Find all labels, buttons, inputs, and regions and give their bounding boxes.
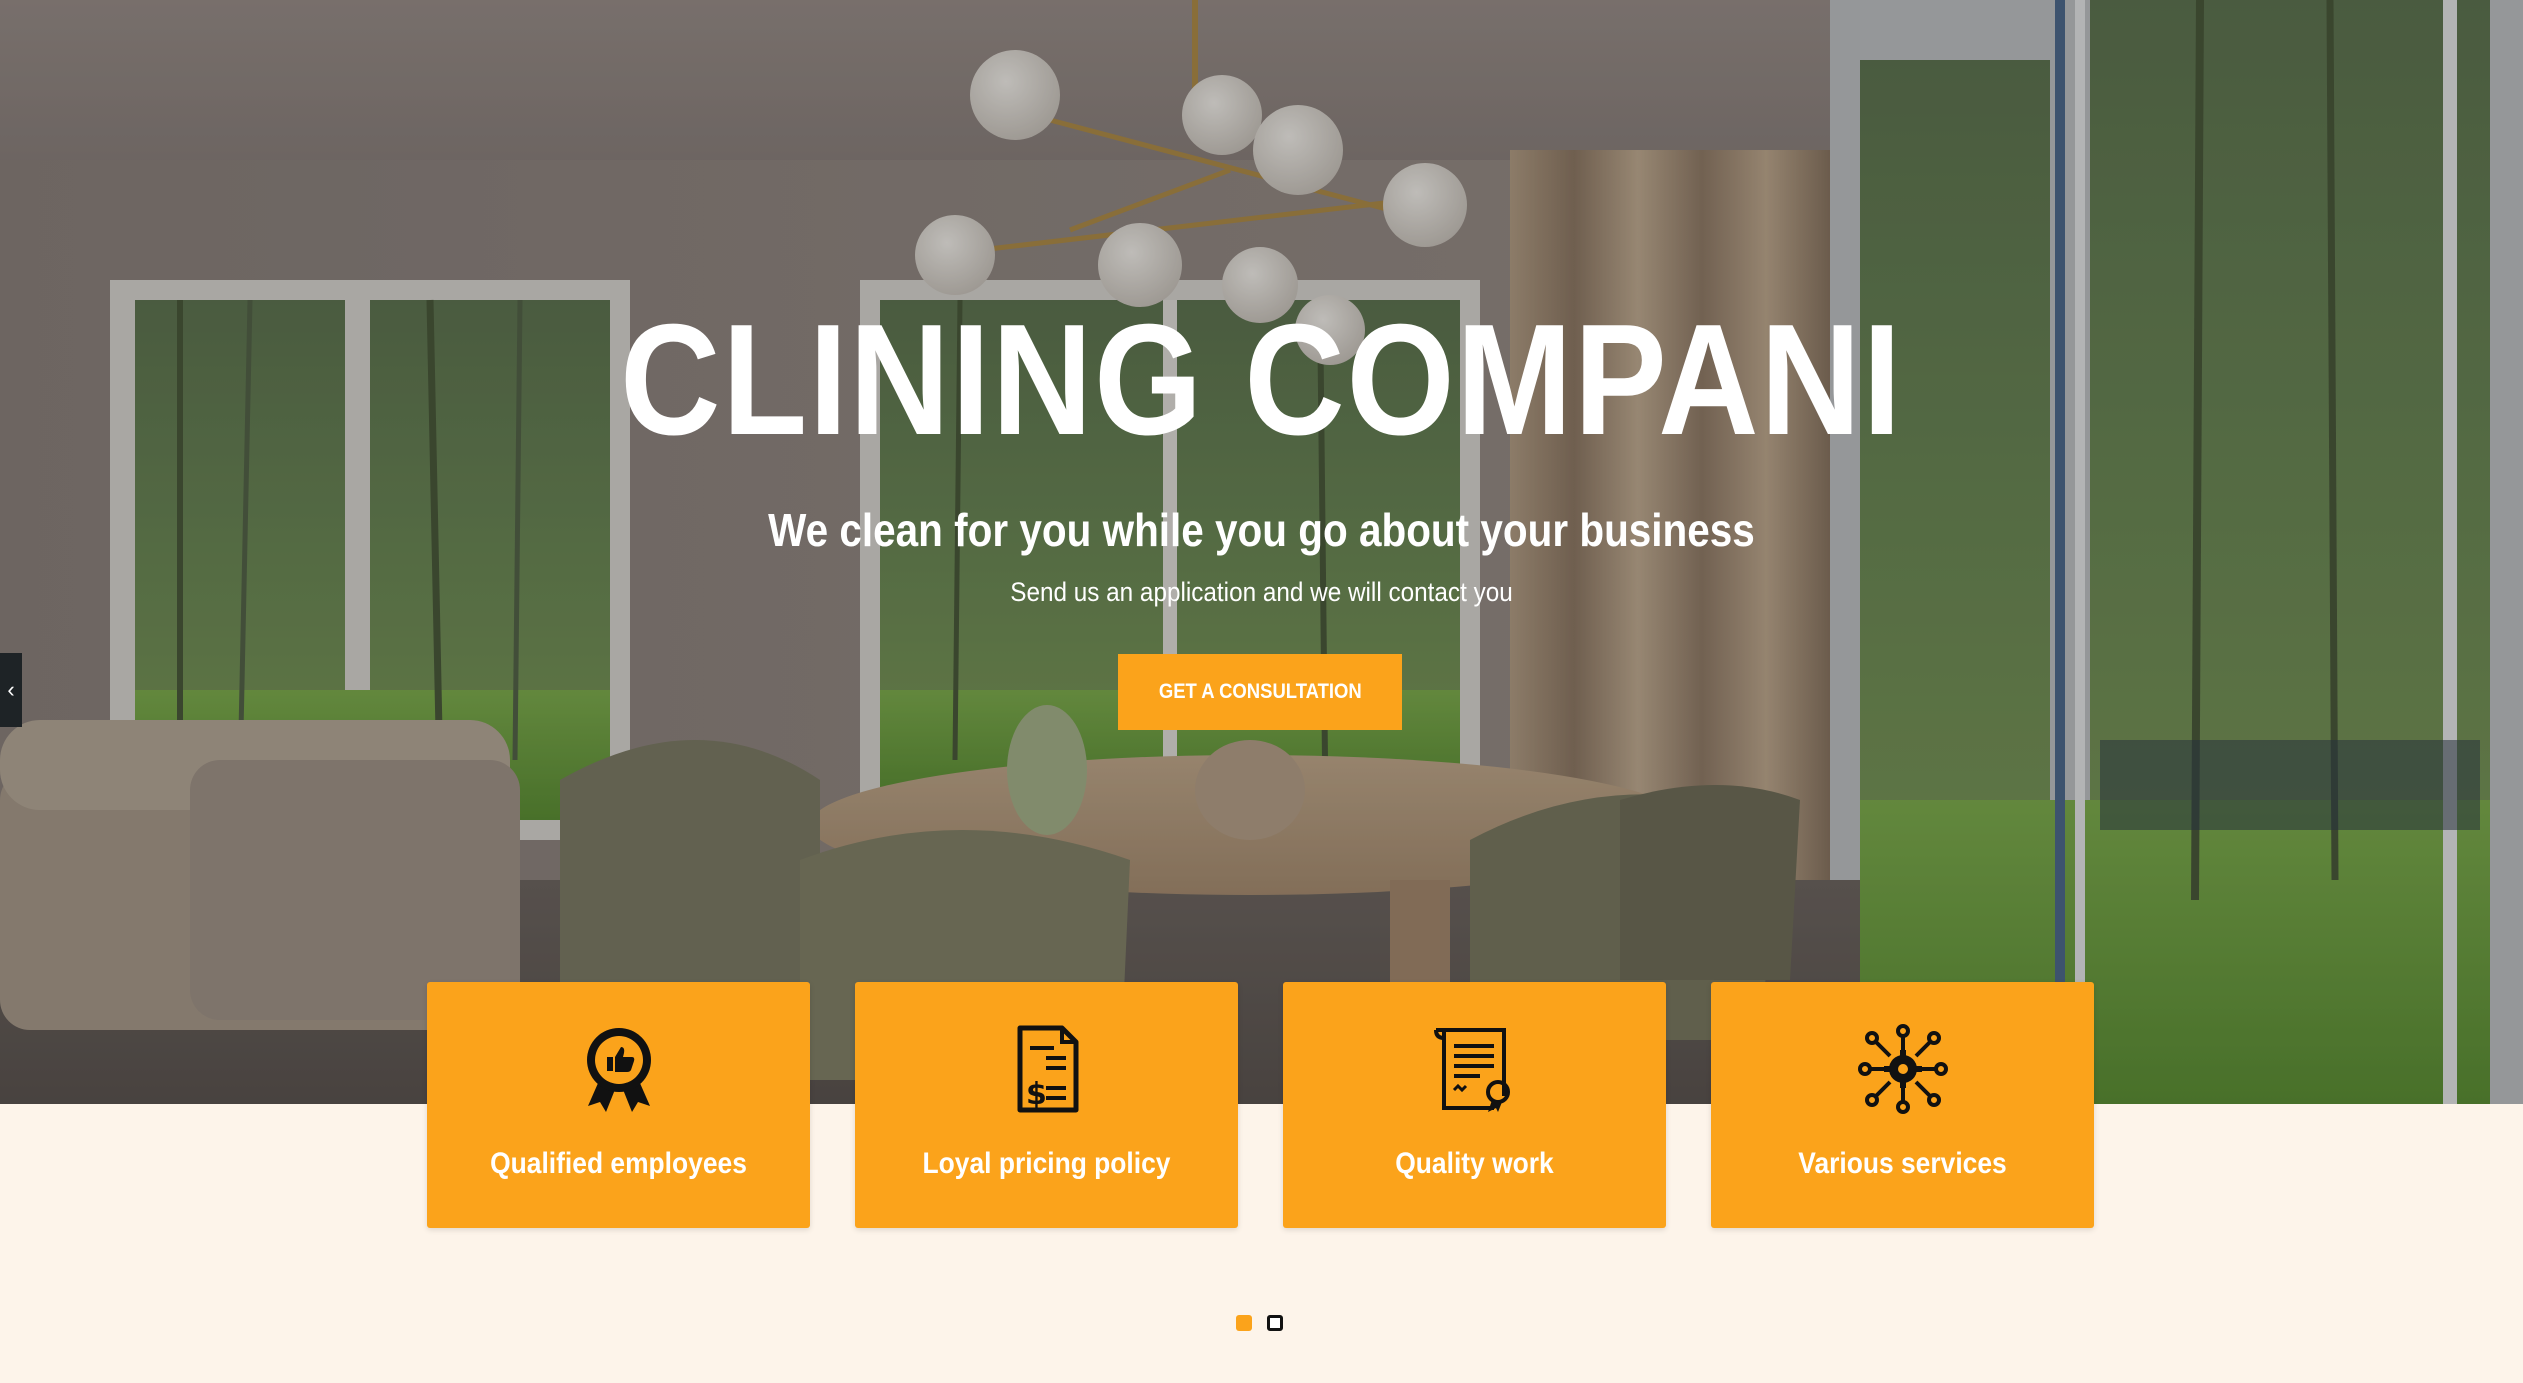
slider-pagination bbox=[1236, 1315, 1296, 1333]
feature-label: Qualified employees bbox=[490, 1147, 747, 1180]
feature-card-loyal-pricing-policy: $ Loyal pricing policy bbox=[855, 982, 1238, 1228]
get-consultation-button[interactable]: GET A CONSULTATION bbox=[1118, 654, 1402, 730]
hero-description: Send us an application and we will conta… bbox=[1010, 577, 1513, 607]
hero-subtitle: We clean for you while you go about your… bbox=[768, 504, 1755, 556]
hero-slider: CLINING COMPANI We clean for you while y… bbox=[0, 0, 2523, 1104]
certificate-scroll-icon bbox=[1434, 1028, 1510, 1112]
pagination-dot-2[interactable] bbox=[1267, 1315, 1283, 1331]
price-document-icon: $ bbox=[1017, 1025, 1079, 1113]
feature-card-qualified-employees: Qualified employees bbox=[427, 982, 810, 1228]
chevron-left-icon: ‹ bbox=[7, 677, 15, 702]
gear-network-icon bbox=[1858, 1024, 1948, 1114]
feature-label: Various services bbox=[1798, 1147, 2007, 1180]
pagination-dot-1[interactable] bbox=[1236, 1315, 1252, 1331]
feature-card-quality-work: Quality work bbox=[1283, 982, 1666, 1228]
feature-label: Loyal pricing policy bbox=[922, 1147, 1171, 1180]
slider-prev-arrow[interactable]: ‹ bbox=[0, 653, 22, 727]
hero-title: CLINING COMPANI bbox=[620, 292, 1903, 468]
features-row: Qualified employees $ Loyal pricing poli… bbox=[427, 982, 2094, 1228]
get-consultation-label: GET A CONSULTATION bbox=[1158, 680, 1362, 703]
feature-card-various-services: Various services bbox=[1711, 982, 2094, 1228]
award-ribbon-icon bbox=[587, 1028, 651, 1112]
svg-text:$: $ bbox=[1026, 1077, 1047, 1112]
feature-label: Quality work bbox=[1395, 1147, 1554, 1180]
